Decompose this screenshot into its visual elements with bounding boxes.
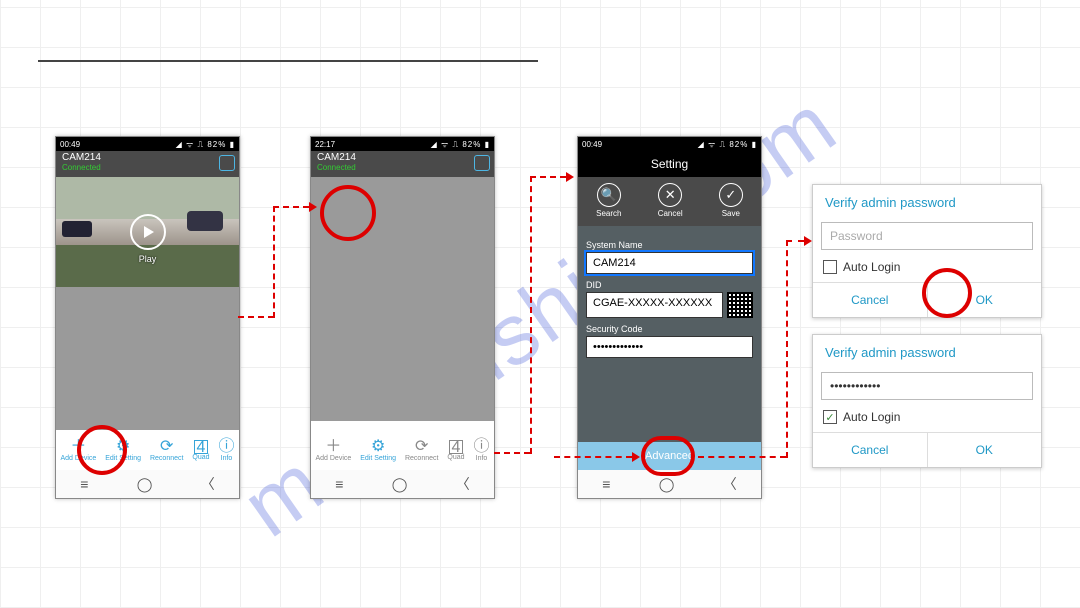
bottom-toolbar: ＋Add Device ⚙Edit Setting ⟳Reconnect 4Qu… [56,430,239,470]
verify-password-dialog-filled: Verify admin password •••••••••••• ✓ Aut… [812,334,1042,468]
setting-title: Setting [578,151,761,177]
dialog-title: Verify admin password [813,335,1041,370]
phone-home: 00:49 ◢ ᯤ ⎍ 82% ▮ CAM214 Connected Play … [55,136,240,499]
share-icon[interactable] [474,155,490,171]
phone-setting: 00:49 ◢ ᯤ ⎍ 82% ▮ Setting 🔍Search ✕Cance… [577,136,762,499]
qr-icon[interactable] [727,292,753,318]
camera-status: Connected [317,163,488,172]
home-icon[interactable]: ◯ [659,476,675,493]
recent-apps-icon[interactable]: ≡ [80,476,88,492]
status-icons: ◢ ᯤ ⎍ 82% ▮ [176,139,235,150]
auto-login-label: Auto Login [843,260,900,274]
auto-login-label: Auto Login [843,410,900,424]
checkbox-icon [823,260,837,274]
android-navbar: ≡ ◯ 〈 [56,470,239,498]
auto-login-checkbox[interactable]: ✓ Auto Login [813,408,1041,432]
cancel-button[interactable]: ✕Cancel [658,183,683,218]
clock: 00:49 [582,140,602,149]
android-navbar: ≡ ◯ 〈 [578,470,761,498]
quad-button[interactable]: 4Quad [447,440,464,461]
dialog-title: Verify admin password [813,185,1041,220]
reconnect-button[interactable]: ⟳Reconnect [405,439,438,462]
check-icon: ✓ [719,183,743,207]
camera-name: CAM214 [317,152,488,163]
cancel-button[interactable]: Cancel [813,283,927,317]
reconnect-button[interactable]: ⟳Reconnect [150,439,183,462]
phone-overlay: 22:17 ◢ ᯤ ⎍ 82% ▮ CAM214 Connected ⚙ Set… [310,136,495,499]
dialog-buttons: Cancel OK [813,432,1041,467]
quad-button[interactable]: 4Quad [192,440,209,461]
clock: 22:17 [315,140,335,149]
play-icon[interactable] [130,214,166,250]
add-device-button[interactable]: ＋Add Device [60,439,96,462]
advanced-button[interactable]: Advanced [578,442,761,470]
setting-actions: 🔍Search ✕Cancel ✓Save [578,177,761,226]
play-label: Play [139,254,157,264]
home-icon[interactable]: ◯ [137,476,153,493]
system-name-input[interactable]: CAM214 [586,252,753,274]
info-button[interactable]: ⓘInfo [473,439,489,462]
security-code-label: Security Code [586,324,753,334]
password-input[interactable]: Password [821,222,1033,250]
android-navbar: ≡ ◯ 〈 [311,470,494,498]
camera-header: CAM214 Connected [56,151,239,177]
cancel-button[interactable]: Cancel [813,433,927,467]
status-icons: ◢ ᯤ ⎍ 82% ▮ [698,139,757,150]
system-name-label: System Name [586,240,753,250]
checkbox-checked-icon: ✓ [823,410,837,424]
clock: 00:49 [60,140,80,149]
camera-status: Connected [62,163,233,172]
share-icon[interactable] [219,155,235,171]
status-bar: 00:49 ◢ ᯤ ⎍ 82% ▮ [578,137,761,151]
did-label: DID [586,280,753,290]
search-icon: 🔍 [597,183,621,207]
ok-button[interactable]: OK [927,283,1042,317]
auto-login-checkbox[interactable]: Auto Login [813,258,1041,282]
did-input[interactable]: CGAE-XXXXX-XXXXXX [586,292,723,318]
ok-button[interactable]: OK [927,433,1042,467]
recent-apps-icon[interactable]: ≡ [335,476,343,492]
bottom-toolbar: ＋Add Device ⚙Edit Setting ⟳Reconnect 4Qu… [311,430,494,470]
back-icon[interactable]: 〈 [723,474,737,494]
camera-preview[interactable]: Play [56,177,239,287]
status-bar: 22:17 ◢ ᯤ ⎍ 82% ▮ [311,137,494,151]
search-button[interactable]: 🔍Search [596,183,621,218]
status-bar: 00:49 ◢ ᯤ ⎍ 82% ▮ [56,137,239,151]
info-button[interactable]: ⓘInfo [218,439,234,462]
horizontal-rule [38,60,538,62]
save-button[interactable]: ✓Save [719,183,743,218]
edit-setting-button[interactable]: ⚙Edit Setting [105,439,141,462]
back-icon[interactable]: 〈 [201,474,215,494]
camera-name: CAM214 [62,152,233,163]
password-input[interactable]: •••••••••••• [821,372,1033,400]
setting-form: System Name CAM214 DID CGAE-XXXXX-XXXXXX… [578,226,761,466]
back-icon[interactable]: 〈 [456,474,470,494]
recent-apps-icon[interactable]: ≡ [602,476,610,492]
status-icons: ◢ ᯤ ⎍ 82% ▮ [431,139,490,150]
verify-password-dialog-empty: Verify admin password Password Auto Logi… [812,184,1042,318]
security-code-input[interactable]: ••••••••••••• [586,336,753,358]
add-device-button[interactable]: ＋Add Device [315,439,351,462]
edit-setting-button[interactable]: ⚙Edit Setting [360,439,396,462]
home-icon[interactable]: ◯ [392,476,408,493]
empty-area [311,177,494,421]
camera-header: CAM214 Connected [311,151,494,177]
dialog-buttons: Cancel OK [813,282,1041,317]
close-icon: ✕ [658,183,682,207]
